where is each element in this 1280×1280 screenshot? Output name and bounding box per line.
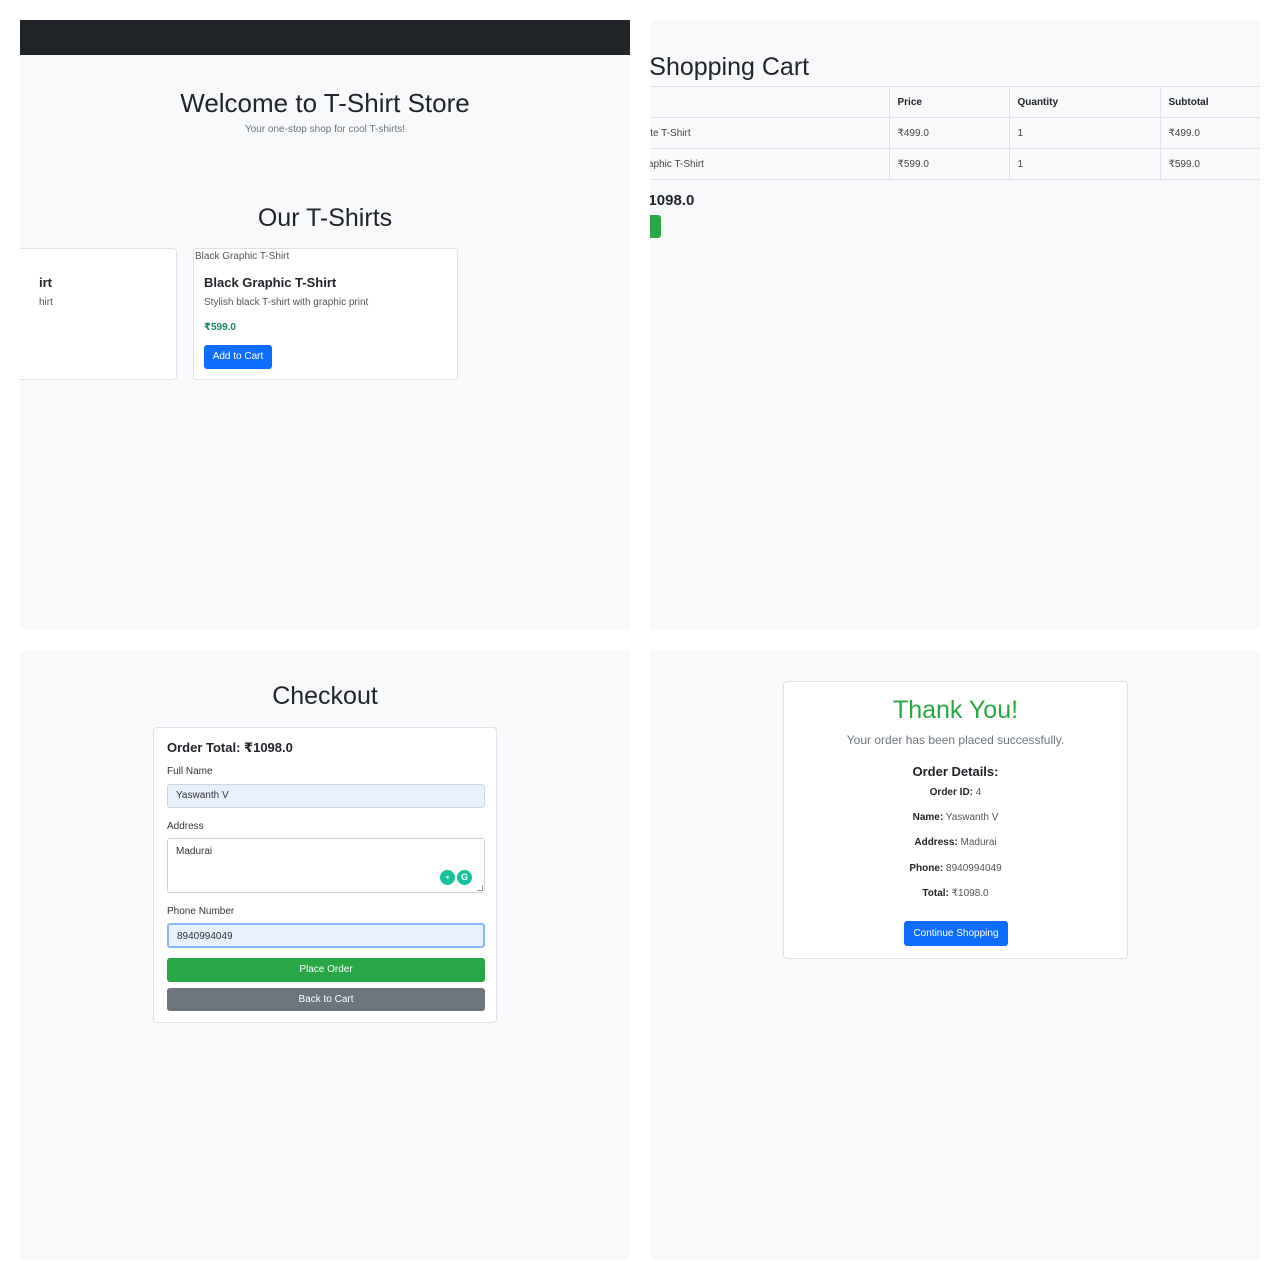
price-cell: ₹599.0 xyxy=(888,148,1009,180)
table-row: ite T-Shirt ₹499.0 1 ₹499.0 xyxy=(650,117,1260,149)
thank-you-title: Thank You! xyxy=(892,696,1019,724)
confirmation-message: Your order has been placed successfully. xyxy=(846,733,1065,747)
cart-total: ₹1098.0 xyxy=(650,192,695,209)
phone-field[interactable]: 8940994049 xyxy=(167,923,485,948)
column-header: Subtotal xyxy=(1159,86,1260,118)
product-image-broken: Black Graphic T-Shirt xyxy=(195,251,290,262)
address-value: Madurai xyxy=(176,846,213,857)
address-line: Address: Madurai xyxy=(914,837,997,848)
full-name-label: Full Name xyxy=(167,766,213,777)
column-header xyxy=(650,86,889,118)
total-line: Total: ₹1098.0 xyxy=(922,888,989,899)
product-cell: ite T-Shirt xyxy=(650,117,889,149)
checkout-screen: Checkout Order Total: ₹1098.0 Full Name … xyxy=(20,650,630,1260)
address-label: Address xyxy=(167,821,204,832)
cart-table: Price Quantity Subtotal ite T-Shirt ₹499… xyxy=(650,86,1260,180)
product-description: hirt xyxy=(39,297,53,308)
cart-screen: r Shopping Cart Price Quantity Subtotal … xyxy=(650,20,1260,630)
product-title: irt xyxy=(39,275,52,290)
back-to-cart-button[interactable]: Back to Cart xyxy=(167,988,485,1011)
product-cell: aphic T-Shirt xyxy=(650,148,889,180)
full-name-field[interactable]: Yaswanth V xyxy=(167,784,485,808)
product-price: ₹599.0 xyxy=(204,322,236,333)
phone-label: Phone Number xyxy=(167,906,235,917)
checkout-form: Order Total: ₹1098.0 Full Name Yaswanth … xyxy=(153,727,497,1023)
product-title: Black Graphic T-Shirt xyxy=(204,275,337,290)
navbar xyxy=(20,20,630,55)
phone-line: Phone: 8940994049 xyxy=(909,863,1002,874)
page-title: Checkout xyxy=(272,682,378,710)
order-details-heading: Order Details: xyxy=(912,764,999,779)
table-header-row: Price Quantity Subtotal xyxy=(650,86,1260,118)
place-order-button[interactable]: Place Order xyxy=(167,958,485,982)
confirmation-card: Thank You! Your order has been placed su… xyxy=(783,681,1128,959)
subtotal-cell: ₹499.0 xyxy=(1159,117,1260,149)
quantity-cell: 1 xyxy=(1008,117,1160,149)
page-title: Welcome to T-Shirt Store xyxy=(180,88,470,118)
column-header: Quantity xyxy=(1008,86,1160,118)
order-id-line: Order ID: 4 xyxy=(929,787,982,798)
grammarly-widget[interactable]: • G xyxy=(440,870,474,887)
product-card: Black Graphic T-Shirt Black Graphic T-Sh… xyxy=(193,248,458,380)
product-description: Stylish black T-shirt with graphic print xyxy=(204,297,369,308)
price-cell: ₹499.0 xyxy=(888,117,1009,149)
location-pin-icon[interactable]: • xyxy=(440,870,455,885)
resize-handle[interactable] xyxy=(477,885,483,891)
add-to-cart-button[interactable]: Add to Cart xyxy=(204,345,272,369)
checkout-button[interactable] xyxy=(650,215,661,238)
home-screen: Welcome to T-Shirt Store Your one-stop s… xyxy=(20,20,630,630)
grammarly-icon[interactable]: G xyxy=(457,870,472,885)
name-line: Name: Yaswanth V xyxy=(912,812,999,823)
confirmation-screen: Thank You! Your order has been placed su… xyxy=(650,650,1260,1260)
order-total: Order Total: ₹1098.0 xyxy=(167,740,293,755)
column-header: Price xyxy=(888,86,1009,118)
continue-shopping-button[interactable]: Continue Shopping xyxy=(904,921,1008,946)
table-row: aphic T-Shirt ₹599.0 1 ₹599.0 xyxy=(650,148,1260,180)
address-field[interactable]: Madurai • G xyxy=(167,838,485,893)
section-title: Our T-Shirts xyxy=(257,204,393,232)
page-title: r Shopping Cart xyxy=(650,53,810,81)
subtotal-cell: ₹599.0 xyxy=(1159,148,1260,180)
product-card: irt hirt xyxy=(20,248,177,380)
page-subtitle: Your one-stop shop for cool T-shirts! xyxy=(244,124,406,135)
quantity-cell: 1 xyxy=(1008,148,1160,180)
